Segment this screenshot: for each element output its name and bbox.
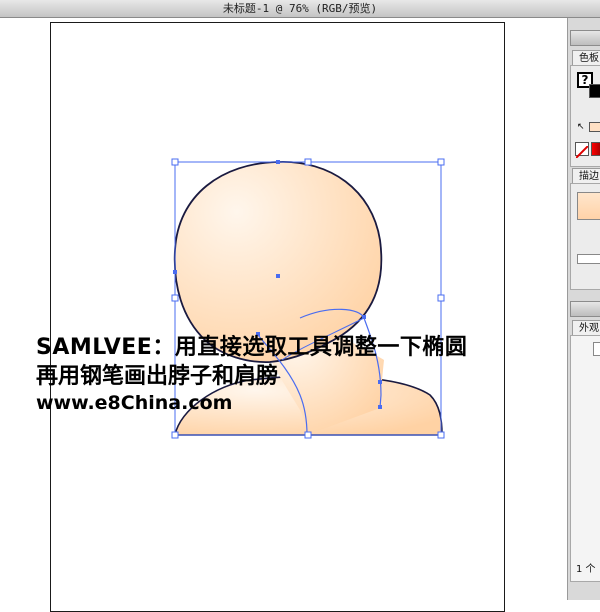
none-swatch[interactable] xyxy=(575,142,589,159)
tab-appearance[interactable]: 外观 xyxy=(572,320,600,336)
stroke-panel-body xyxy=(570,183,600,290)
stroke-swatch[interactable] xyxy=(589,84,600,98)
tutorial-caption: SAMLVEE：用直接选取工具调整一下椭圆 再用钢笔画出脖子和肩膀 www.e8… xyxy=(36,333,467,415)
swap-arrow-icon[interactable]: ↖ xyxy=(577,122,585,132)
window-title-bar[interactable]: 未标题-1 @ 76% (RGB/预览) xyxy=(0,0,600,18)
tab-appearance-label: 外观 xyxy=(579,323,599,334)
window-title: 未标题-1 @ 76% (RGB/预览) xyxy=(222,2,378,15)
color-swatch-skin[interactable] xyxy=(589,122,600,132)
swatches-panel-body: ? ↖ xyxy=(570,65,600,167)
appearance-item-icon[interactable] xyxy=(593,342,600,356)
artwork[interactable] xyxy=(0,18,567,600)
appearance-panel-body xyxy=(570,335,600,582)
panel-dock: 色板 ? ↖ 描边 外观 1 个 xyxy=(567,18,600,600)
gradient-swatch[interactable] xyxy=(591,142,600,156)
caption-line-1: SAMLVEE：用直接选取工具调整一下椭圆 xyxy=(36,335,468,360)
tab-swatches-label: 色板 xyxy=(579,53,599,64)
none-slash-icon xyxy=(575,145,589,159)
swatches-panel-header[interactable] xyxy=(570,30,600,46)
tab-swatches[interactable]: 色板 xyxy=(572,50,600,66)
gradient-preview[interactable] xyxy=(577,192,600,220)
caption-website: www.e8China.com xyxy=(36,392,233,414)
tab-stroke[interactable]: 描边 xyxy=(572,168,600,184)
gradient-slider[interactable] xyxy=(577,254,600,264)
caption-line-2: 再用钢笔画出脖子和肩膀 xyxy=(36,364,279,389)
document-canvas[interactable] xyxy=(0,18,567,612)
appearance-count: 1 个 xyxy=(576,564,596,575)
appearance-panel-header[interactable] xyxy=(570,301,600,317)
tab-stroke-label: 描边 xyxy=(579,171,599,182)
help-question-icon: ? xyxy=(581,73,589,87)
center-point[interactable] xyxy=(276,274,280,278)
